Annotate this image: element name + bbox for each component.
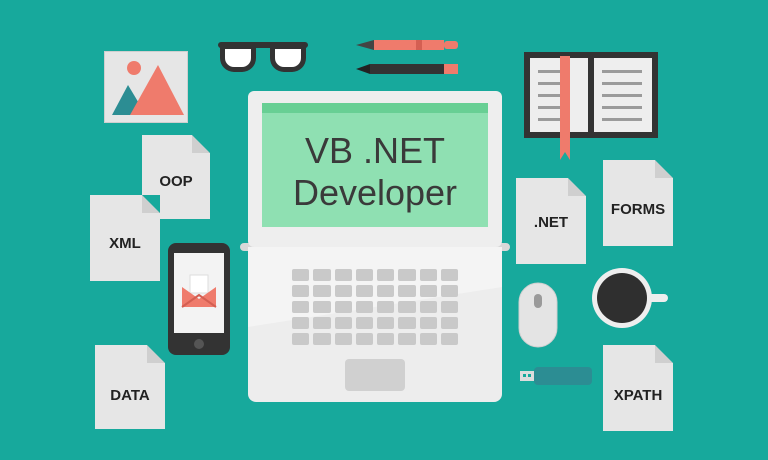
key	[377, 317, 395, 329]
mail-icon	[181, 274, 217, 308]
pencil-icon	[356, 64, 458, 74]
key	[398, 317, 416, 329]
key	[334, 301, 352, 313]
key	[440, 285, 458, 297]
key	[377, 301, 395, 313]
key	[334, 317, 352, 329]
doc-label-xpath: XPATH	[613, 387, 663, 404]
key	[398, 333, 416, 345]
key	[355, 301, 373, 313]
doc-card-xpath: XPATH	[603, 345, 673, 431]
key	[355, 317, 373, 329]
key	[398, 285, 416, 297]
key	[313, 269, 331, 281]
key	[313, 285, 331, 297]
image-icon	[104, 51, 188, 123]
key	[292, 333, 310, 345]
key	[398, 269, 416, 281]
doc-label-net: .NET	[533, 214, 569, 231]
key	[334, 333, 352, 345]
trackpad	[345, 359, 405, 391]
keyboard	[292, 269, 458, 345]
illustration-scene: OOP XML DATA .NET FORMS XPATH VB .NET De…	[0, 0, 768, 460]
mouse-icon	[518, 282, 558, 348]
key	[377, 285, 395, 297]
doc-card-forms: FORMS	[603, 160, 673, 246]
phone-icon	[168, 243, 230, 355]
key	[355, 333, 373, 345]
pen-icon	[356, 40, 458, 50]
key	[440, 301, 458, 313]
doc-label-oop: OOP	[159, 173, 193, 190]
key	[355, 269, 373, 281]
doc-label-xml: XML	[109, 235, 141, 252]
laptop-screen: VB .NET Developer	[262, 103, 488, 227]
glasses-icon	[218, 42, 308, 72]
key	[419, 301, 437, 313]
key	[377, 269, 395, 281]
doc-card-net: .NET	[516, 178, 586, 264]
key	[398, 301, 416, 313]
notebook-icon	[524, 52, 658, 160]
doc-label-forms: FORMS	[610, 201, 666, 218]
key	[419, 269, 437, 281]
screen-title-line1: VB .NET	[304, 130, 446, 171]
key	[292, 301, 310, 313]
laptop-base	[248, 247, 502, 402]
key	[355, 285, 373, 297]
key	[377, 333, 395, 345]
key	[313, 301, 331, 313]
key	[292, 269, 310, 281]
key	[440, 269, 458, 281]
key	[292, 317, 310, 329]
key	[334, 285, 352, 297]
key	[419, 317, 437, 329]
doc-card-xml: XML	[90, 195, 160, 281]
screen-title-line2: Developer	[292, 172, 458, 213]
key	[419, 285, 437, 297]
key	[313, 333, 331, 345]
coffee-cup-icon	[592, 268, 668, 328]
key	[334, 269, 352, 281]
doc-card-data: DATA	[95, 345, 165, 429]
doc-label-data: DATA	[110, 387, 150, 404]
key	[440, 333, 458, 345]
screen-top-bar	[262, 103, 488, 113]
key	[292, 285, 310, 297]
usb-drive-icon	[520, 367, 592, 385]
laptop-icon: VB .NET Developer	[248, 91, 502, 247]
key	[440, 317, 458, 329]
phone-screen	[174, 253, 224, 333]
key	[313, 317, 331, 329]
phone-home-button	[194, 339, 204, 349]
key	[419, 333, 437, 345]
